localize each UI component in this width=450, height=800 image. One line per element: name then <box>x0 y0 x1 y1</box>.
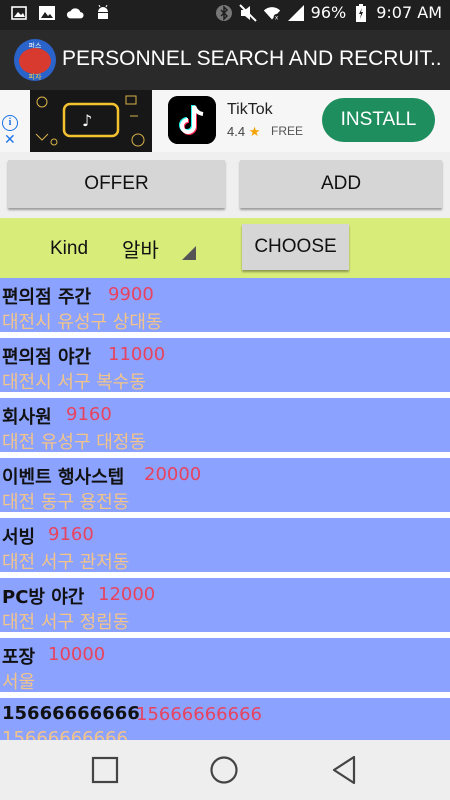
clock: 9:07 AM <box>376 3 442 22</box>
job-address: 대전 서구 정림동 <box>2 612 130 633</box>
job-pay: 12000 <box>98 584 156 605</box>
list-item[interactable]: PC방 야간 12000 대전 서구 정림동 <box>0 578 450 633</box>
tiktok-logo-icon[interactable] <box>168 96 216 144</box>
app-logo: 퍼스 피자 <box>14 39 56 81</box>
app-bar: 퍼스 피자 PERSONNEL SEARCH AND RECRUIT.. <box>0 30 450 90</box>
recents-icon[interactable] <box>91 756 119 788</box>
bluetooth-icon <box>215 4 233 22</box>
job-address: 15666666666 <box>2 728 128 740</box>
choose-button[interactable]: CHOOSE <box>242 224 349 270</box>
back-icon[interactable] <box>331 755 357 789</box>
ad-rating: 4.4 ★ <box>227 124 260 140</box>
app-title: PERSONNEL SEARCH AND RECRUIT.. <box>62 47 442 70</box>
battery-icon <box>352 3 370 22</box>
install-button[interactable]: INSTALL <box>322 98 435 142</box>
mute-icon <box>238 3 257 22</box>
kind-spinner-value[interactable]: 알바 <box>122 234 159 263</box>
offer-button[interactable]: OFFER <box>8 160 225 208</box>
job-title: PC방 야간 <box>2 587 85 608</box>
job-title: 회사원 <box>2 407 52 428</box>
job-address: 대전 유성구 대정동 <box>2 432 146 453</box>
gallery-icon <box>38 4 56 22</box>
image-icon <box>10 4 28 22</box>
list-item[interactable]: 편의점 야간 11000 대전시 서구 복수동 <box>0 338 450 393</box>
ad-info-icon[interactable]: i <box>2 115 18 131</box>
navigation-bar <box>0 740 450 800</box>
ad-banner[interactable]: i ✕ ♪ TikTok 4.4 ★ FREE INSTALL <box>0 90 450 152</box>
job-pay: 9900 <box>108 284 154 305</box>
list-item[interactable]: 서빙 9160 대전 서구 관저동 <box>0 518 450 573</box>
app-logo-text-bottom: 피자 <box>28 73 42 81</box>
svg-text:♪: ♪ <box>82 111 92 130</box>
job-address: 대전시 서구 복수동 <box>2 372 146 393</box>
job-list[interactable]: 편의점 주간 9900 대전시 유성구 상대동 편의점 야간 11000 대전시… <box>0 278 450 740</box>
job-pay: 10000 <box>48 644 106 665</box>
job-address: 대전 서구 관저동 <box>2 552 130 573</box>
ad-app-name[interactable]: TikTok <box>227 101 273 119</box>
home-icon[interactable] <box>209 755 239 789</box>
job-pay: 9160 <box>48 524 94 545</box>
job-title: 서빙 <box>2 527 36 548</box>
add-button[interactable]: ADD <box>240 160 442 208</box>
signal-icon <box>287 4 305 22</box>
list-item[interactable]: 이벤트 행사스텝 20000 대전 동구 용전동 <box>0 458 450 513</box>
kind-label: Kind <box>50 238 89 259</box>
action-button-row: OFFER ADD <box>0 152 450 218</box>
ad-price: FREE <box>271 124 304 138</box>
list-item[interactable]: 15666666666 15666666666 15666666666 <box>0 698 450 740</box>
ad-rating-value: 4.4 <box>227 124 246 139</box>
job-title: 포장 <box>2 647 36 668</box>
job-title: 편의점 야간 <box>2 347 92 368</box>
android-icon <box>94 4 112 22</box>
list-item[interactable]: 회사원 9160 대전 유성구 대정동 <box>0 398 450 453</box>
battery-percent: 96% <box>310 3 347 22</box>
ad-creative-image[interactable]: ♪ <box>30 90 152 152</box>
job-pay: 15666666666 <box>136 704 262 725</box>
filter-bar: Kind 알바 CHOOSE <box>0 218 450 278</box>
ad-close-icon[interactable]: ✕ <box>4 132 16 148</box>
star-icon: ★ <box>248 124 261 139</box>
job-pay: 20000 <box>144 464 202 485</box>
job-address: 대전 동구 용전동 <box>2 492 130 513</box>
wifi-icon: x <box>263 4 281 22</box>
job-title: 이벤트 행사스텝 <box>2 467 125 488</box>
status-bar: x 96% 9:07 AM <box>0 0 450 30</box>
cloud-icon <box>66 4 84 22</box>
list-item[interactable]: 편의점 주간 9900 대전시 유성구 상대동 <box>0 278 450 333</box>
job-title: 편의점 주간 <box>2 287 92 308</box>
job-pay: 9160 <box>66 404 112 425</box>
kind-spinner[interactable]: 알바 <box>120 228 196 264</box>
dropdown-triangle-icon[interactable] <box>182 246 196 260</box>
job-title: 15666666666 <box>2 703 140 724</box>
job-address: 서울 <box>2 672 36 693</box>
list-item[interactable]: 포장 10000 서울 <box>0 638 450 693</box>
svg-text:x: x <box>275 15 279 21</box>
job-pay: 11000 <box>108 344 166 365</box>
job-address: 대전시 유성구 상대동 <box>2 312 163 333</box>
